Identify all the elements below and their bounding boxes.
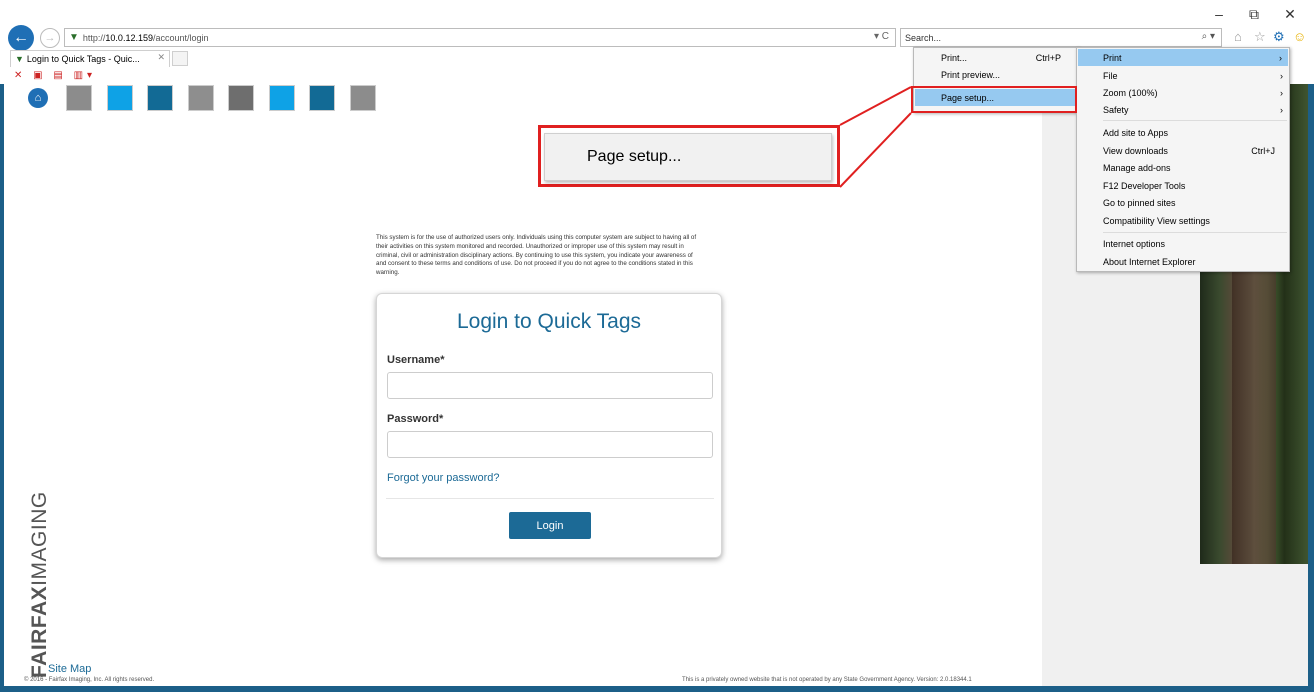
page-border-left — [0, 84, 4, 692]
chevron-right-icon: › — [1280, 87, 1283, 98]
address-bar[interactable]: ▼ http://10.0.12.159/account/login ▾ C — [64, 28, 896, 47]
restore-button[interactable]: ⧉ — [1242, 6, 1266, 23]
tile-7[interactable] — [309, 85, 335, 111]
tile-8[interactable] — [349, 85, 376, 111]
login-title: Login to Quick Tags — [456, 310, 642, 333]
logo-light-text: IMAGING — [28, 491, 51, 586]
menu-item-about-label: About Internet Explorer — [1103, 256, 1196, 267]
menu-item-file-label: File — [1103, 70, 1118, 81]
smiley-icon[interactable]: ☺ — [1293, 29, 1306, 44]
back-arrow-icon: ← — [13, 29, 29, 46]
menu-item-internet-options[interactable]: Internet options — [1103, 235, 1287, 252]
menu-item-pinned-sites[interactable]: Go to pinned sites — [1103, 194, 1287, 211]
command-bar-icons[interactable]: ✕ ▣ ▤ ▥▾ — [14, 70, 96, 81]
callout-page-setup-label: Page setup... — [544, 133, 832, 181]
notice-text: This is a privately owned website that i… — [682, 677, 972, 683]
chevron-right-icon: › — [1280, 70, 1283, 81]
forward-arrow-icon: → — [44, 32, 56, 44]
forgot-password-link[interactable]: Forgot your password? — [387, 472, 500, 484]
menu-item-view-downloads[interactable]: View downloads Ctrl+J — [1103, 142, 1275, 159]
menu-item-safety[interactable]: Safety › — [1103, 101, 1289, 118]
menu-item-print-label: Print... — [941, 52, 968, 63]
minimize-button[interactable]: – — [1207, 6, 1231, 22]
password-input[interactable] — [387, 431, 713, 458]
tile-4[interactable] — [187, 85, 214, 111]
menu-item-safety-label: Safety — [1103, 104, 1129, 115]
menu-item-compatibility-label: Compatibility View settings — [1103, 215, 1210, 226]
home-tile-icon[interactable]: ⌂ — [28, 88, 48, 108]
menu-item-add-site-label: Add site to Apps — [1103, 127, 1169, 138]
site-map-link[interactable]: Site Map — [48, 663, 91, 675]
menu-item-print-preview-label: Print preview... — [941, 69, 1001, 80]
url-host: 10.0.12.159 — [105, 32, 153, 43]
star-icon[interactable]: ☆ — [1254, 29, 1266, 45]
gear-icon[interactable]: ⚙ — [1273, 29, 1285, 45]
tile-2[interactable] — [106, 85, 133, 111]
menu-item-zoom[interactable]: Zoom (100%) › — [1103, 84, 1289, 101]
menu-item-manage-addons-label: Manage add-ons — [1103, 162, 1171, 173]
search-placeholder: Search... — [905, 32, 942, 43]
page-border-right — [1308, 84, 1314, 692]
search-icon[interactable]: ⌕ ▾ — [1202, 31, 1215, 42]
home-icon[interactable]: ⌂ — [1234, 29, 1242, 44]
copyright-text: © 2016 - Fairfax Imaging, Inc. All right… — [24, 677, 155, 683]
page-setup-highlight-box — [911, 86, 1077, 113]
print-shortcut: Ctrl+P — [1035, 52, 1061, 63]
tile-3[interactable] — [147, 85, 173, 111]
menu-item-print-parent-label: Print — [1103, 52, 1122, 63]
refresh-button[interactable]: ▾ C — [874, 31, 889, 42]
url-path: /account/login — [152, 32, 209, 43]
url-prefix: http:// — [82, 32, 106, 43]
username-label: Username* — [387, 354, 445, 366]
page-border-bottom — [0, 686, 1314, 692]
menu-separator — [1103, 232, 1287, 233]
chevron-right-icon: › — [1279, 52, 1282, 63]
menu-item-f12-developer-tools[interactable]: F12 Developer Tools — [1103, 177, 1287, 194]
card-divider — [386, 498, 714, 499]
forward-button[interactable]: → — [40, 28, 60, 48]
menu-item-pinned-sites-label: Go to pinned sites — [1103, 197, 1176, 208]
menu-item-zoom-label: Zoom (100%) — [1103, 87, 1158, 98]
tools-menu: Print › File › Zoom (100%) › Safety › Add si… — [1076, 47, 1290, 272]
menu-item-internet-options-label: Internet options — [1103, 238, 1166, 249]
search-box[interactable]: Search... ⌕ ▾ — [900, 28, 1222, 47]
site-favicon-icon: ▼ — [69, 32, 79, 43]
menu-item-view-downloads-label: View downloads — [1103, 145, 1168, 156]
menu-item-f12-label: F12 Developer Tools — [1103, 180, 1186, 191]
tab-favicon-icon: ▼ — [15, 54, 24, 64]
close-window-button[interactable]: ✕ — [1278, 6, 1302, 23]
tab-login[interactable]: ▼ Login to Quick Tags - Quic... ✕ — [10, 50, 170, 67]
downloads-shortcut: Ctrl+J — [1251, 145, 1275, 156]
username-input[interactable] — [387, 372, 713, 399]
menu-item-compatibility-view[interactable]: Compatibility View settings — [1103, 212, 1287, 229]
menu-item-add-site-to-apps[interactable]: Add site to Apps — [1103, 124, 1287, 141]
menu-item-print-preview[interactable]: Print preview... — [941, 66, 1061, 83]
tile-1[interactable] — [66, 85, 92, 111]
tile-5[interactable] — [228, 85, 254, 111]
tab-title: Login to Quick Tags - Quic... — [26, 54, 140, 64]
menu-item-print-parent[interactable]: Print › — [1078, 49, 1288, 66]
tile-6[interactable] — [268, 85, 295, 111]
menu-item-print[interactable]: Print... Ctrl+P — [941, 49, 1061, 66]
menu-item-file[interactable]: File › — [1103, 67, 1289, 84]
chevron-right-icon: › — [1280, 104, 1283, 115]
login-button[interactable]: Login — [509, 512, 591, 539]
tab-close-icon[interactable]: ✕ — [157, 52, 165, 63]
new-tab-button[interactable] — [172, 51, 188, 66]
menu-item-about-ie[interactable]: About Internet Explorer — [1103, 253, 1287, 270]
disclaimer-text: This system is for the use of authorized… — [376, 234, 697, 277]
password-label: Password* — [387, 413, 444, 425]
title-bar — [0, 0, 1314, 28]
menu-separator — [1103, 120, 1287, 121]
fairfax-imaging-logo: FAIRFAXIMAGING — [28, 452, 52, 678]
menu-item-manage-addons[interactable]: Manage add-ons — [1103, 159, 1287, 176]
back-button[interactable]: ← — [8, 25, 34, 51]
